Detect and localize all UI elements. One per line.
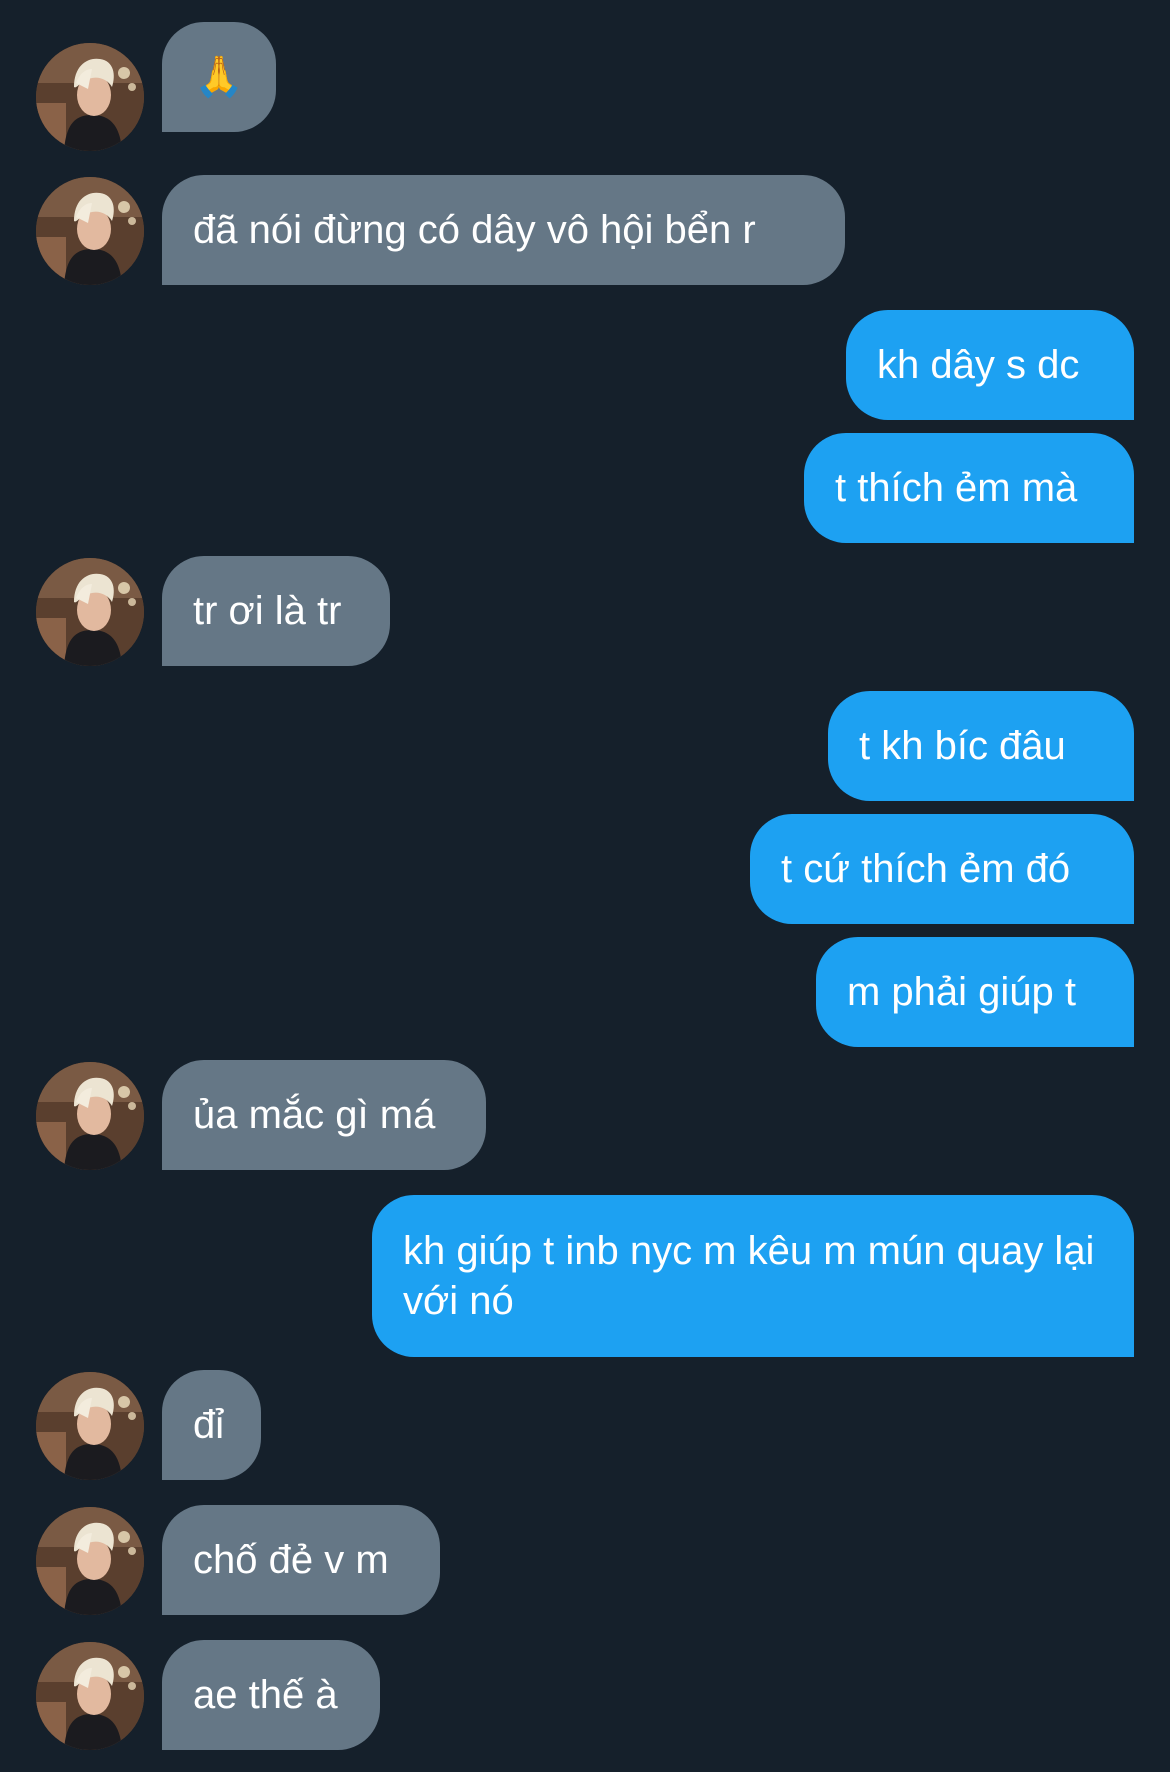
user-avatar[interactable]: [36, 43, 144, 151]
outgoing-message-bubble[interactable]: kh dây s dc: [846, 310, 1134, 420]
message-row: t cứ thích ẻm đó: [0, 814, 1170, 924]
incoming-message-bubble[interactable]: tr ơi là tr: [162, 556, 390, 666]
outgoing-message-bubble[interactable]: m phải giúp t: [816, 937, 1134, 1047]
message-text: t cứ thích ẻm đó: [781, 847, 1071, 891]
message-text: m phải giúp t: [847, 970, 1077, 1014]
avatar-image: [36, 1372, 144, 1480]
message-row: t kh bíc đâu: [0, 691, 1170, 801]
message-text: ae thế à: [193, 1673, 338, 1717]
incoming-message-bubble[interactable]: ae thế à: [162, 1640, 380, 1750]
incoming-message-bubble[interactable]: ủa mắc gì má: [162, 1060, 486, 1170]
user-avatar[interactable]: [36, 1507, 144, 1615]
outgoing-message-bubble[interactable]: t cứ thích ẻm đó: [750, 814, 1134, 924]
outgoing-message-bubble[interactable]: kh giúp t inb nyc m kêu m mún quay lại v…: [372, 1195, 1134, 1357]
message-row: đỉ: [0, 1370, 1170, 1480]
message-row: kh dây s dc: [0, 310, 1170, 420]
incoming-message-bubble[interactable]: đỉ: [162, 1370, 261, 1480]
user-avatar[interactable]: [36, 558, 144, 666]
avatar-image: [36, 1062, 144, 1170]
message-text: t thích ẻm mà: [835, 466, 1078, 510]
message-row: chố đẻ v m: [0, 1505, 1170, 1615]
message-row: ae thế à: [0, 1640, 1170, 1750]
outgoing-message-bubble[interactable]: t thích ẻm mà: [804, 433, 1134, 543]
avatar-image: [36, 1507, 144, 1615]
message-text: kh giúp t inb nyc m kêu m mún quay lại v…: [403, 1229, 1095, 1323]
user-avatar[interactable]: [36, 1642, 144, 1750]
message-row: tr ơi là tr: [0, 556, 1170, 666]
avatar-image: [36, 43, 144, 151]
avatar-image: [36, 1642, 144, 1750]
message-text: đỉ: [193, 1403, 225, 1447]
message-text: đã nói đừng có dây vô hội bển r: [193, 208, 756, 252]
message-text: tr ơi là tr: [193, 589, 342, 633]
message-text: ủa mắc gì má: [193, 1093, 436, 1137]
incoming-message-bubble[interactable]: đã nói đừng có dây vô hội bển r: [162, 175, 845, 285]
message-row: 🙏: [0, 22, 1170, 151]
message-text: t kh bíc đâu: [859, 724, 1066, 768]
incoming-message-bubble[interactable]: chố đẻ v m: [162, 1505, 440, 1615]
avatar-image: [36, 177, 144, 285]
user-avatar[interactable]: [36, 177, 144, 285]
outgoing-message-bubble[interactable]: t kh bíc đâu: [828, 691, 1134, 801]
avatar-image: [36, 558, 144, 666]
message-row: t thích ẻm mà: [0, 433, 1170, 543]
message-row: đã nói đừng có dây vô hội bển r: [0, 175, 1170, 285]
user-avatar[interactable]: [36, 1062, 144, 1170]
incoming-message-bubble[interactable]: 🙏: [162, 22, 276, 132]
message-text: chố đẻ v m: [193, 1538, 389, 1582]
message-row: ủa mắc gì má: [0, 1060, 1170, 1170]
message-row: m phải giúp t: [0, 937, 1170, 1047]
message-text: kh dây s dc: [877, 343, 1080, 387]
folded-hands-emoji: 🙏: [194, 54, 244, 100]
message-row: kh giúp t inb nyc m kêu m mún quay lại v…: [0, 1195, 1170, 1357]
user-avatar[interactable]: [36, 1372, 144, 1480]
